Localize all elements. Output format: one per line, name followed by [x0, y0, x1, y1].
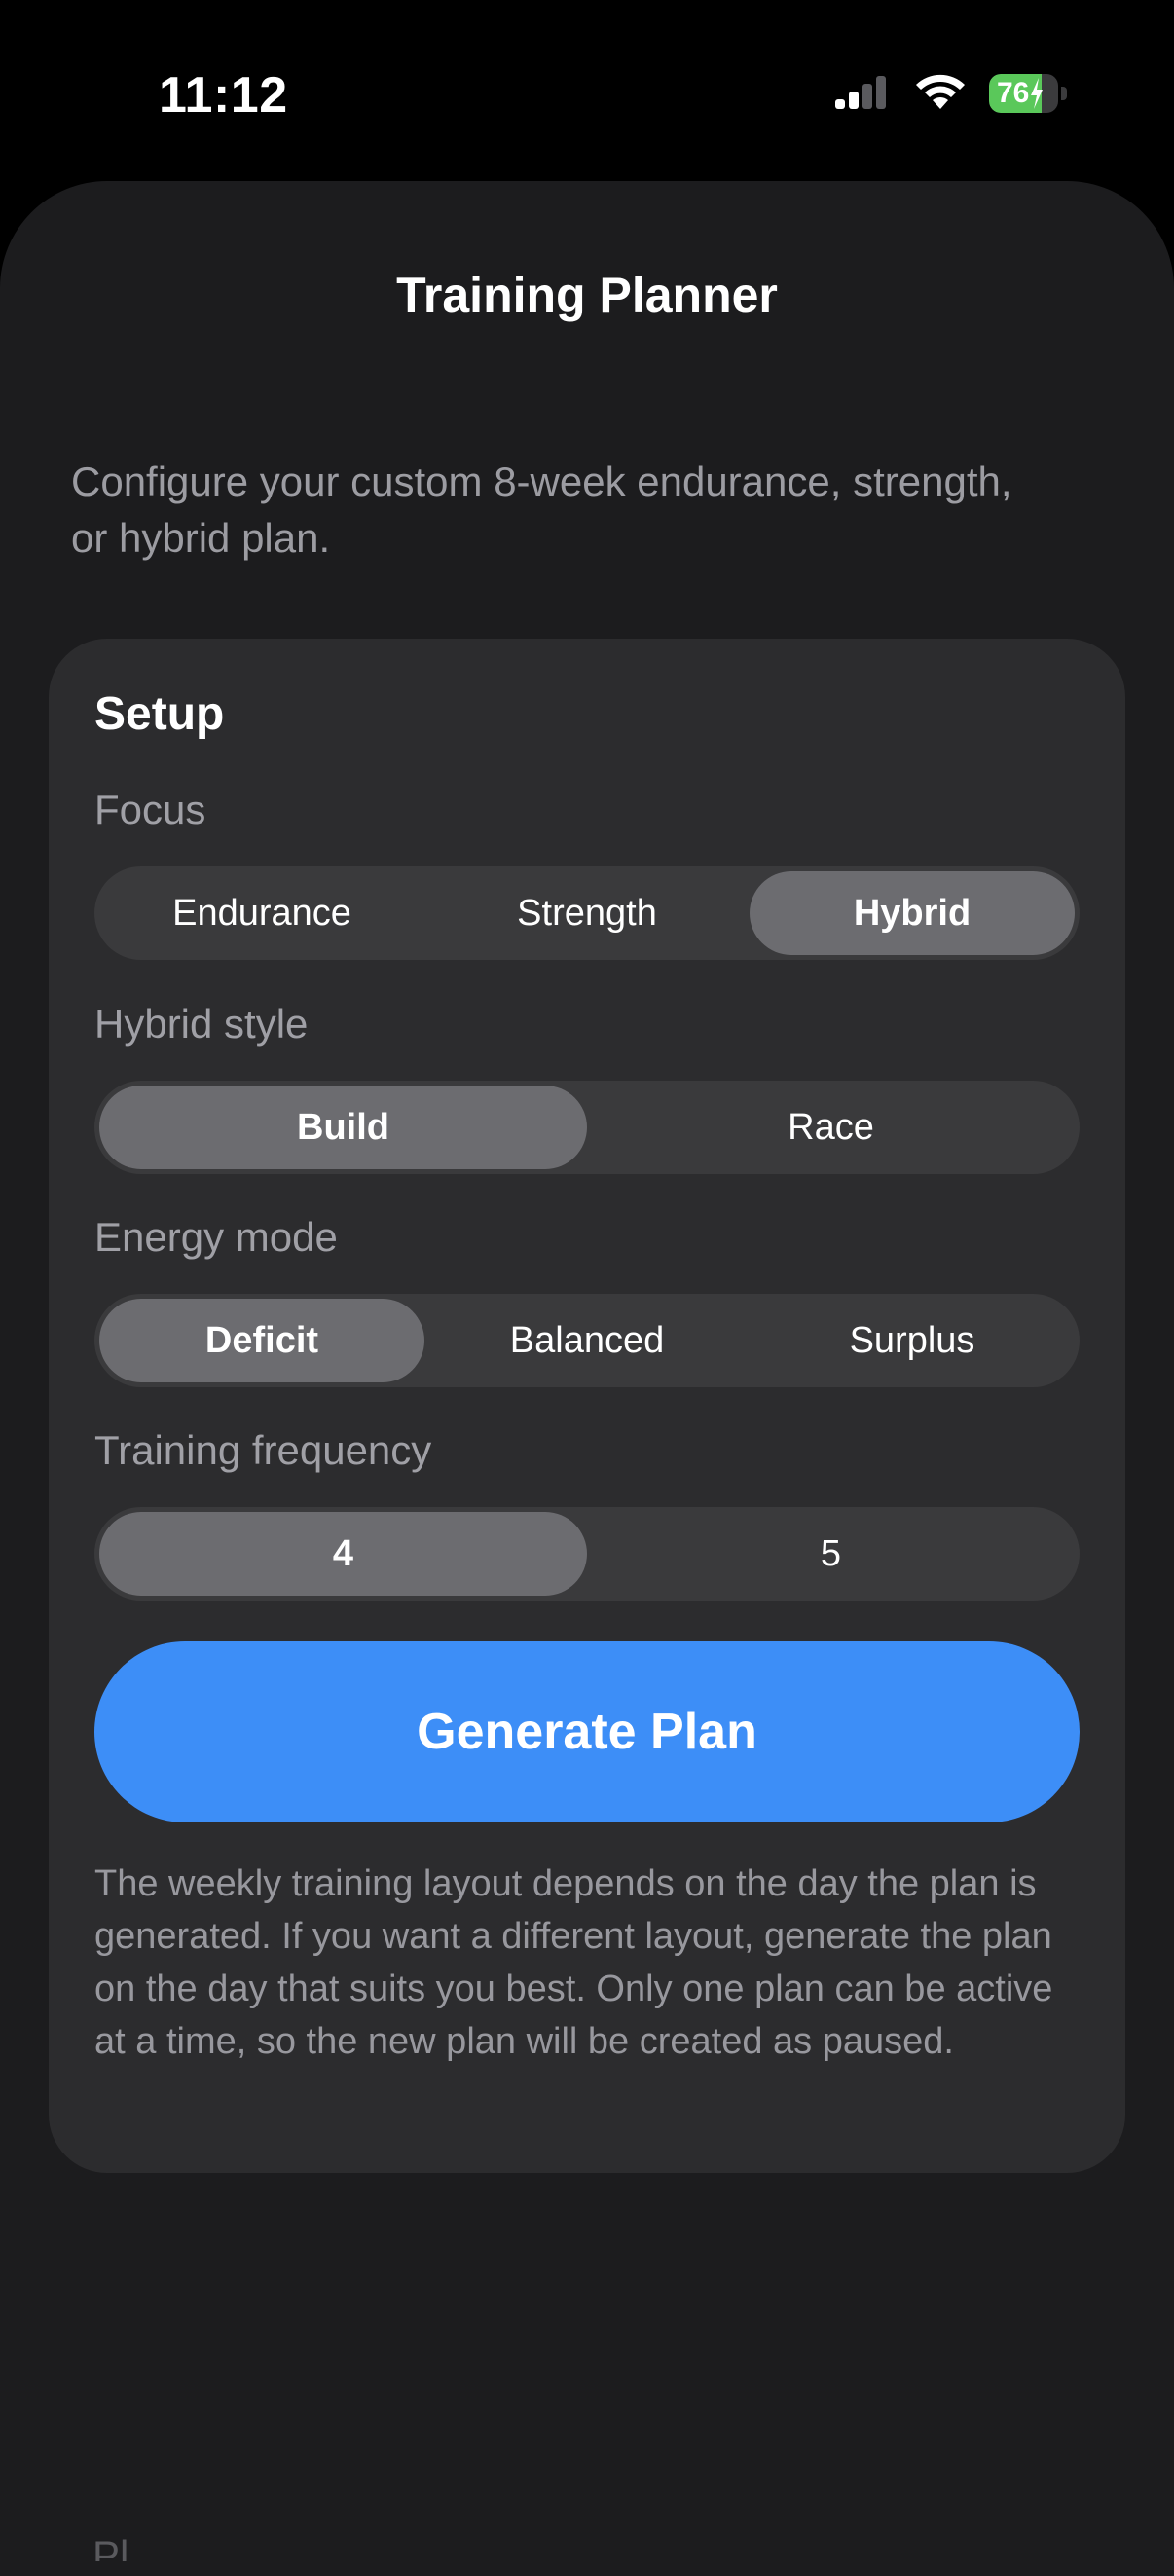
battery-level: 76 — [997, 77, 1030, 109]
energy-mode-label: Energy mode — [94, 1214, 338, 1260]
planner-sheet: Training Planner Configure your custom 8… — [0, 181, 1174, 2576]
status-bar: 11:12 76 — [0, 0, 1174, 175]
wifi-icon — [916, 74, 965, 109]
intro-text: Configure your custom 8-week endurance, … — [71, 459, 1012, 561]
training-frequency-label: Training frequency — [94, 1427, 432, 1473]
energy-mode-option-balanced[interactable]: Balanced — [424, 1299, 750, 1382]
focus-option-endurance[interactable]: Endurance — [99, 871, 424, 955]
energy-mode-option-surplus[interactable]: Surplus — [750, 1299, 1075, 1382]
hybrid-style-option-build[interactable]: Build — [99, 1086, 587, 1169]
status-icons: 76 — [833, 74, 1067, 113]
hybrid-style-label: Hybrid style — [94, 1001, 309, 1047]
training-frequency-segmented-control: 4 5 — [94, 1507, 1080, 1601]
bolt-icon — [1031, 78, 1044, 109]
focus-segmented-control: Endurance Strength Hybrid — [94, 866, 1080, 960]
generate-plan-button[interactable]: Generate Plan — [94, 1641, 1080, 1822]
hybrid-style-option-race[interactable]: Race — [587, 1086, 1075, 1169]
page-title: Training Planner — [396, 268, 778, 322]
status-time: 11:12 — [159, 67, 288, 124]
battery-cap — [1061, 87, 1067, 100]
focus-option-hybrid[interactable]: Hybrid — [750, 871, 1075, 955]
partial-section-label: Pl — [92, 2532, 129, 2561]
training-frequency-option-5[interactable]: 5 — [587, 1512, 1075, 1596]
setup-card: Setup Focus Endurance Strength Hybrid Hy… — [49, 639, 1125, 2173]
focus-label: Focus — [94, 787, 206, 832]
battery-charging-icon: 76 — [989, 74, 1067, 113]
energy-mode-option-deficit[interactable]: Deficit — [99, 1299, 424, 1382]
hybrid-style-segmented-control: Build Race — [94, 1081, 1080, 1174]
plan-note: The weekly training layout depends on th… — [94, 1863, 1053, 2062]
setup-title: Setup — [94, 688, 225, 740]
cellular-signal-icon — [835, 76, 886, 109]
training-frequency-option-4[interactable]: 4 — [99, 1512, 587, 1596]
battery-body: 76 — [989, 74, 1059, 113]
focus-option-strength[interactable]: Strength — [424, 871, 750, 955]
energy-mode-segmented-control: Deficit Balanced Surplus — [94, 1294, 1080, 1387]
